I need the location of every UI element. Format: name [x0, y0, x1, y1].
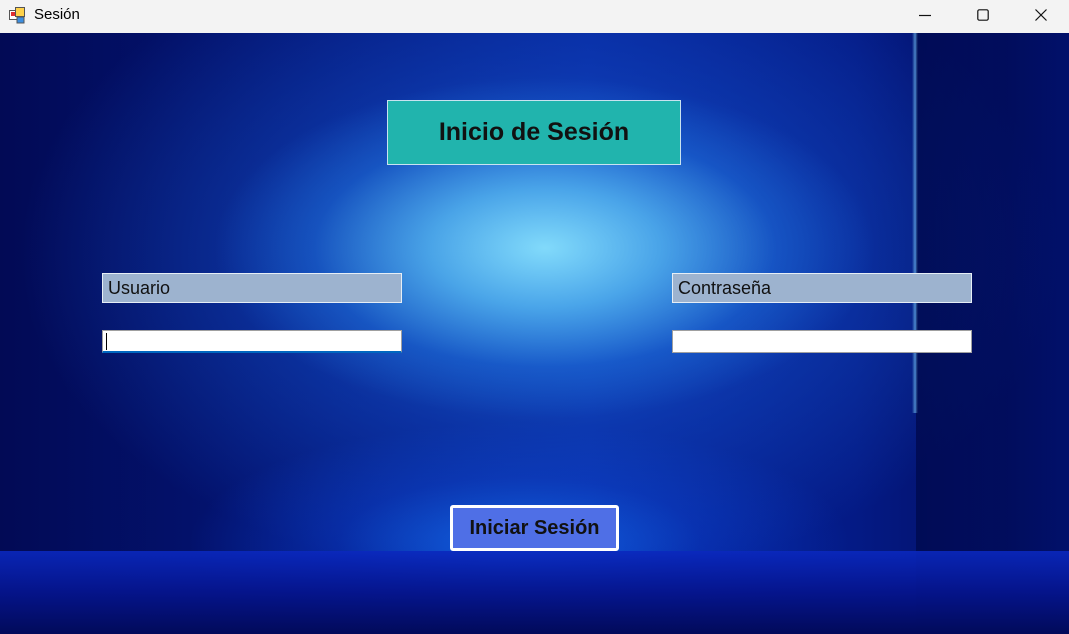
close-icon [1035, 9, 1047, 21]
title-bar: Sesión [0, 0, 1069, 33]
background-bottom-band [0, 551, 1069, 634]
minimize-button[interactable] [896, 0, 954, 30]
close-button[interactable] [1012, 0, 1069, 30]
login-button[interactable]: Iniciar Sesión [450, 505, 619, 551]
password-label: Contraseña [672, 273, 972, 303]
app-icon [9, 7, 25, 24]
username-label: Usuario [102, 273, 402, 303]
background-light-edge [912, 33, 918, 413]
maximize-button[interactable] [954, 0, 1012, 30]
login-form-background: Inicio de Sesión Usuario Contraseña Inic… [0, 33, 1069, 634]
username-input[interactable] [102, 330, 402, 353]
password-input[interactable] [672, 330, 972, 353]
maximize-icon [977, 9, 989, 21]
minimize-icon [919, 14, 931, 17]
window-title: Sesión [34, 6, 80, 23]
text-cursor [106, 333, 107, 350]
login-header: Inicio de Sesión [387, 100, 681, 165]
